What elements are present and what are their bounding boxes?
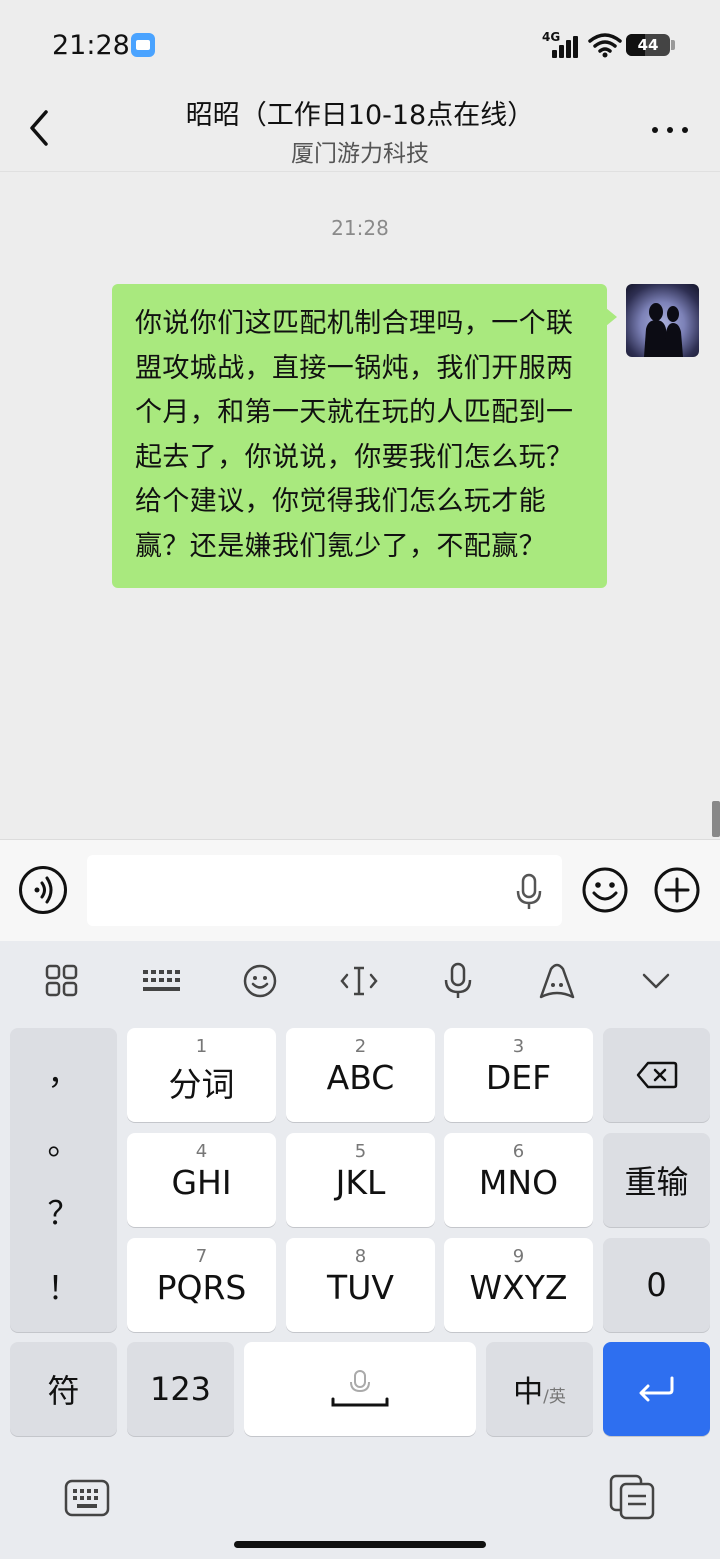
notification-app-icon bbox=[131, 33, 155, 57]
chat-area[interactable]: 21:28 你说你们这匹配机制合理吗，一个联盟攻城战，直接一锅炖，我们开服两个月… bbox=[0, 173, 720, 839]
numeric-label: 123 bbox=[149, 1370, 212, 1408]
backspace-key[interactable] bbox=[603, 1028, 710, 1122]
key-number: 5 bbox=[354, 1141, 367, 1162]
key-label: DEF bbox=[485, 1058, 552, 1097]
punct-comma[interactable]: ， bbox=[10, 1048, 117, 1094]
emoji-icon[interactable] bbox=[240, 961, 280, 1001]
zero-label: 0 bbox=[646, 1266, 667, 1304]
mic-icon[interactable] bbox=[513, 873, 545, 911]
keyboard-nav-bar bbox=[0, 1460, 720, 1540]
symbol-key[interactable]: 符 bbox=[10, 1342, 117, 1436]
status-time: 21:28 bbox=[52, 30, 130, 61]
backspace-icon bbox=[636, 1061, 677, 1089]
message-bubble[interactable]: 你说你们这匹配机制合理吗，一个联盟攻城战，直接一锅炖，我们开服两个月，和第一天就… bbox=[112, 284, 617, 588]
key-4[interactable]: 4 GHI bbox=[127, 1133, 276, 1227]
key-2[interactable]: 2 ABC bbox=[286, 1028, 435, 1122]
grid-icon[interactable] bbox=[42, 961, 82, 1001]
punct-period[interactable]: 。 bbox=[10, 1118, 117, 1164]
cursor-icon[interactable] bbox=[339, 961, 379, 1001]
message-input[interactable] bbox=[87, 855, 562, 926]
key-5[interactable]: 5 JKL bbox=[286, 1133, 435, 1227]
numeric-key[interactable]: 123 bbox=[127, 1342, 234, 1436]
key-8[interactable]: 8 TUV bbox=[286, 1238, 435, 1332]
keyboard-icon[interactable] bbox=[141, 961, 181, 1001]
key-label: TUV bbox=[327, 1268, 394, 1307]
reinput-label: 重输 bbox=[624, 1163, 689, 1201]
voice-icon bbox=[34, 876, 53, 904]
avatar[interactable] bbox=[626, 284, 699, 357]
ai-icon[interactable] bbox=[537, 961, 577, 1001]
enter-key[interactable] bbox=[603, 1342, 710, 1436]
back-icon[interactable] bbox=[20, 108, 60, 148]
message-timestamp: 21:28 bbox=[331, 216, 389, 240]
scroll-indicator[interactable] bbox=[712, 801, 720, 837]
key-label: MNO bbox=[478, 1163, 559, 1202]
status-bar: 21:28 4G 44 bbox=[0, 0, 720, 90]
key-7[interactable]: 7 PQRS bbox=[127, 1238, 276, 1332]
key-9[interactable]: 9 WXYZ bbox=[444, 1238, 593, 1332]
key-6[interactable]: 6 MNO bbox=[444, 1133, 593, 1227]
keyboard-switch-icon[interactable] bbox=[64, 1478, 110, 1518]
keyboard-toolbar bbox=[0, 941, 720, 1023]
key-1[interactable]: 1 分词 bbox=[127, 1028, 276, 1122]
key-label: ABC bbox=[326, 1058, 395, 1097]
avatar-silhouette bbox=[644, 303, 683, 357]
key-3[interactable]: 3 DEF bbox=[444, 1028, 593, 1122]
input-bar bbox=[0, 839, 720, 941]
mic-icon[interactable] bbox=[438, 961, 478, 1001]
battery-tip bbox=[671, 40, 675, 50]
lang-main-label: 中 bbox=[513, 1375, 544, 1410]
key-label: WXYZ bbox=[469, 1268, 568, 1307]
wifi-icon bbox=[588, 33, 622, 58]
clipboard-icon[interactable] bbox=[609, 1474, 655, 1520]
punct-question[interactable]: ？ bbox=[10, 1188, 117, 1234]
battery-icon: 44 bbox=[626, 34, 670, 56]
chat-subtitle: 厦门游力科技 bbox=[291, 141, 429, 167]
key-0[interactable]: 0 bbox=[603, 1238, 710, 1332]
symbol-label: 符 bbox=[47, 1372, 80, 1410]
key-number: 3 bbox=[512, 1036, 525, 1057]
punctuation-column[interactable]: ， 。 ？ ！ bbox=[10, 1028, 117, 1332]
key-label: PQRS bbox=[156, 1268, 247, 1307]
key-number: 8 bbox=[354, 1246, 367, 1267]
enter-icon bbox=[639, 1376, 673, 1402]
reinput-key[interactable]: 重输 bbox=[603, 1133, 710, 1227]
emoji-icon[interactable] bbox=[581, 866, 629, 914]
key-number: 9 bbox=[512, 1246, 525, 1267]
chat-title: 昭昭（工作日10-18点在线） bbox=[185, 100, 535, 131]
key-number: 6 bbox=[512, 1141, 525, 1162]
key-number: 4 bbox=[195, 1141, 208, 1162]
language-switch-key[interactable]: 中 /英 bbox=[486, 1342, 593, 1436]
status-icons: 4G 44 bbox=[532, 30, 692, 60]
key-number: 7 bbox=[195, 1246, 208, 1267]
battery-level: 44 bbox=[637, 36, 659, 54]
key-label: JKL bbox=[335, 1163, 386, 1202]
punct-exclaim[interactable]: ！ bbox=[10, 1263, 117, 1309]
space-key[interactable] bbox=[244, 1342, 476, 1436]
key-number: 2 bbox=[354, 1036, 367, 1057]
more-options-icon[interactable] bbox=[650, 115, 690, 145]
key-label: 分词 bbox=[168, 1065, 235, 1104]
space-mic-icon bbox=[331, 1370, 389, 1407]
home-indicator[interactable] bbox=[234, 1541, 486, 1548]
lang-sub-label: /英 bbox=[543, 1386, 566, 1407]
key-number: 1 bbox=[195, 1036, 208, 1057]
collapse-icon[interactable] bbox=[636, 961, 676, 1001]
voice-mode-button[interactable] bbox=[19, 866, 67, 914]
chat-header: 昭昭（工作日10-18点在线） 厦门游力科技 bbox=[0, 90, 720, 172]
signal-icon bbox=[544, 36, 578, 58]
key-label: GHI bbox=[171, 1163, 232, 1202]
plus-icon[interactable] bbox=[653, 866, 701, 914]
